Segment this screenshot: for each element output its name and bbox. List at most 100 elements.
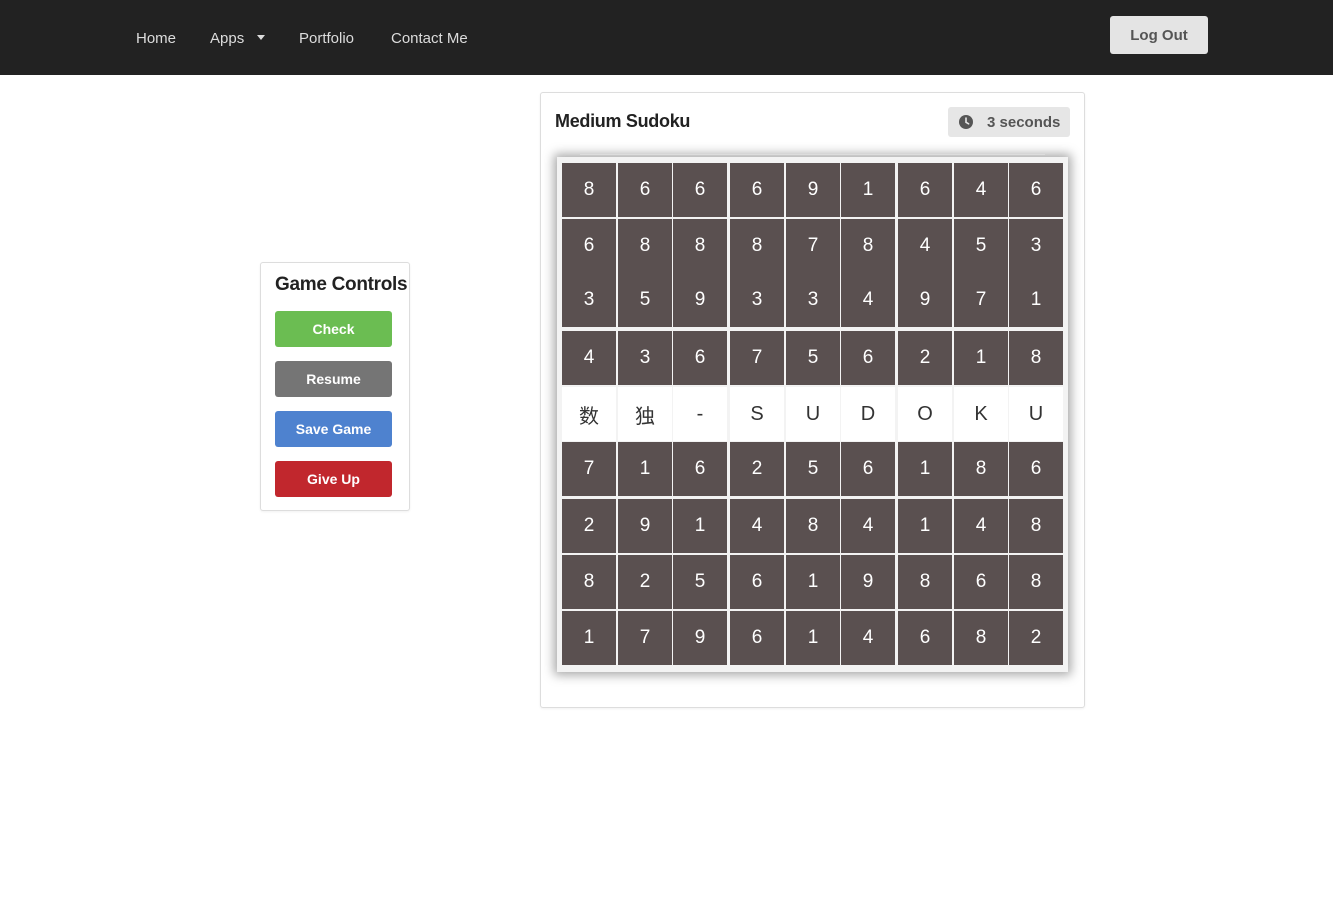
sudoku-cell[interactable]: 1 [618, 442, 672, 496]
board-rule-top [580, 154, 1045, 155]
sudoku-cell[interactable]: 独 [618, 387, 672, 441]
sudoku-cell[interactable]: 数 [562, 387, 616, 441]
sudoku-cell[interactable]: 4 [954, 499, 1008, 553]
board-rule-bottom [580, 676, 1045, 677]
sudoku-cell[interactable]: 4 [730, 499, 784, 553]
sudoku-cell[interactable]: 8 [673, 219, 727, 273]
sudoku-cell[interactable]: 8 [898, 555, 952, 609]
sudoku-cell[interactable]: 1 [898, 499, 952, 553]
top-navbar: Home Apps Portfolio Contact Me Log Out [0, 0, 1333, 75]
sudoku-cell[interactable]: 7 [562, 442, 616, 496]
sudoku-cell[interactable]: 6 [1009, 442, 1063, 496]
sudoku-cell[interactable]: - [673, 387, 727, 441]
sudoku-cell[interactable]: 9 [618, 499, 672, 553]
sudoku-cell[interactable]: 9 [786, 163, 840, 217]
sudoku-cell[interactable]: 7 [618, 611, 672, 665]
sudoku-cell[interactable]: 2 [730, 442, 784, 496]
sudoku-cell[interactable]: 5 [786, 442, 840, 496]
sudoku-cell[interactable]: 8 [841, 219, 895, 273]
game-controls-panel: Game Controls Check Resume Save Game Giv… [260, 262, 410, 511]
sudoku-cell[interactable]: 3 [618, 331, 672, 385]
nav-apps-label: Apps [210, 30, 245, 47]
sudoku-cell[interactable]: 4 [954, 163, 1008, 217]
sudoku-cell[interactable]: 6 [673, 163, 727, 217]
sudoku-cell[interactable]: 1 [898, 442, 952, 496]
timer-badge: 3 seconds [948, 107, 1070, 137]
caret-down-icon [257, 35, 266, 40]
sudoku-cell[interactable]: 6 [898, 163, 952, 217]
sudoku-cell[interactable]: 5 [618, 273, 672, 327]
sudoku-cell[interactable]: 8 [1009, 555, 1063, 609]
game-controls-title: Game Controls [275, 274, 408, 295]
sudoku-cell[interactable]: 3 [786, 273, 840, 327]
sudoku-cell[interactable]: D [841, 387, 895, 441]
sudoku-cell[interactable]: 3 [730, 273, 784, 327]
sudoku-cell[interactable]: U [786, 387, 840, 441]
sudoku-cell[interactable]: S [730, 387, 784, 441]
sudoku-cell[interactable]: 4 [562, 331, 616, 385]
sudoku-cell[interactable]: 6 [730, 611, 784, 665]
sudoku-cell[interactable]: O [898, 387, 952, 441]
sudoku-cell[interactable]: 2 [618, 555, 672, 609]
check-button[interactable]: Check [275, 311, 392, 347]
sudoku-cell[interactable]: 2 [1009, 611, 1063, 665]
sudoku-cell[interactable]: 8 [954, 611, 1008, 665]
give-up-button[interactable]: Give Up [275, 461, 392, 497]
sudoku-cell[interactable]: 6 [618, 163, 672, 217]
sudoku-cell[interactable]: 1 [1009, 273, 1063, 327]
sudoku-cell[interactable]: 5 [673, 555, 727, 609]
sudoku-cell[interactable]: 6 [898, 611, 952, 665]
sudoku-cell[interactable]: 9 [898, 273, 952, 327]
sudoku-cell[interactable]: 4 [841, 611, 895, 665]
sudoku-cell[interactable]: 8 [786, 499, 840, 553]
sudoku-cell[interactable]: 6 [730, 163, 784, 217]
sudoku-cell[interactable]: 9 [673, 611, 727, 665]
sudoku-cell[interactable]: 6 [673, 331, 727, 385]
sudoku-cell[interactable]: 8 [730, 219, 784, 273]
save-game-button[interactable]: Save Game [275, 411, 392, 447]
sudoku-cell[interactable]: K [954, 387, 1008, 441]
game-title: Medium Sudoku [555, 111, 691, 131]
nav-contact-link[interactable]: Contact Me [391, 30, 468, 48]
sudoku-cell[interactable]: 7 [954, 273, 1008, 327]
sudoku-cell[interactable]: 2 [898, 331, 952, 385]
sudoku-cell[interactable]: 6 [562, 219, 616, 273]
sudoku-cell[interactable]: 1 [954, 331, 1008, 385]
sudoku-cell[interactable]: 6 [730, 555, 784, 609]
resume-button[interactable]: Resume [275, 361, 392, 397]
sudoku-cell[interactable]: 1 [841, 163, 895, 217]
sudoku-cell[interactable]: 6 [841, 331, 895, 385]
sudoku-cell[interactable]: 3 [562, 273, 616, 327]
sudoku-cell[interactable]: 3 [1009, 219, 1063, 273]
sudoku-cell[interactable]: 6 [1009, 163, 1063, 217]
sudoku-cell[interactable]: 1 [562, 611, 616, 665]
sudoku-cell[interactable]: 6 [673, 442, 727, 496]
sudoku-cell[interactable]: 4 [898, 219, 952, 273]
sudoku-cell[interactable]: 1 [786, 555, 840, 609]
timer-text: 3 seconds [987, 113, 1061, 131]
sudoku-cell[interactable]: 7 [786, 219, 840, 273]
sudoku-cell[interactable]: 8 [562, 163, 616, 217]
sudoku-cell[interactable]: 9 [841, 555, 895, 609]
sudoku-cell[interactable]: 8 [954, 442, 1008, 496]
sudoku-cell[interactable]: 8 [1009, 331, 1063, 385]
sudoku-cell[interactable]: 2 [562, 499, 616, 553]
sudoku-cell[interactable]: 7 [730, 331, 784, 385]
sudoku-cell[interactable]: 4 [841, 273, 895, 327]
sudoku-cell[interactable]: U [1009, 387, 1063, 441]
sudoku-cell[interactable]: 1 [673, 499, 727, 553]
logout-button[interactable]: Log Out [1110, 16, 1208, 54]
sudoku-cell[interactable]: 9 [673, 273, 727, 327]
sudoku-cell[interactable]: 6 [841, 442, 895, 496]
sudoku-cell[interactable]: 5 [786, 331, 840, 385]
nav-home-link[interactable]: Home [136, 30, 176, 48]
nav-apps-dropdown[interactable]: Apps [210, 30, 266, 48]
sudoku-cell[interactable]: 5 [954, 219, 1008, 273]
sudoku-cell[interactable]: 8 [618, 219, 672, 273]
sudoku-cell[interactable]: 4 [841, 499, 895, 553]
nav-portfolio-link[interactable]: Portfolio [299, 30, 354, 48]
sudoku-cell[interactable]: 8 [562, 555, 616, 609]
sudoku-cell[interactable]: 8 [1009, 499, 1063, 553]
sudoku-cell[interactable]: 6 [954, 555, 1008, 609]
sudoku-cell[interactable]: 1 [786, 611, 840, 665]
